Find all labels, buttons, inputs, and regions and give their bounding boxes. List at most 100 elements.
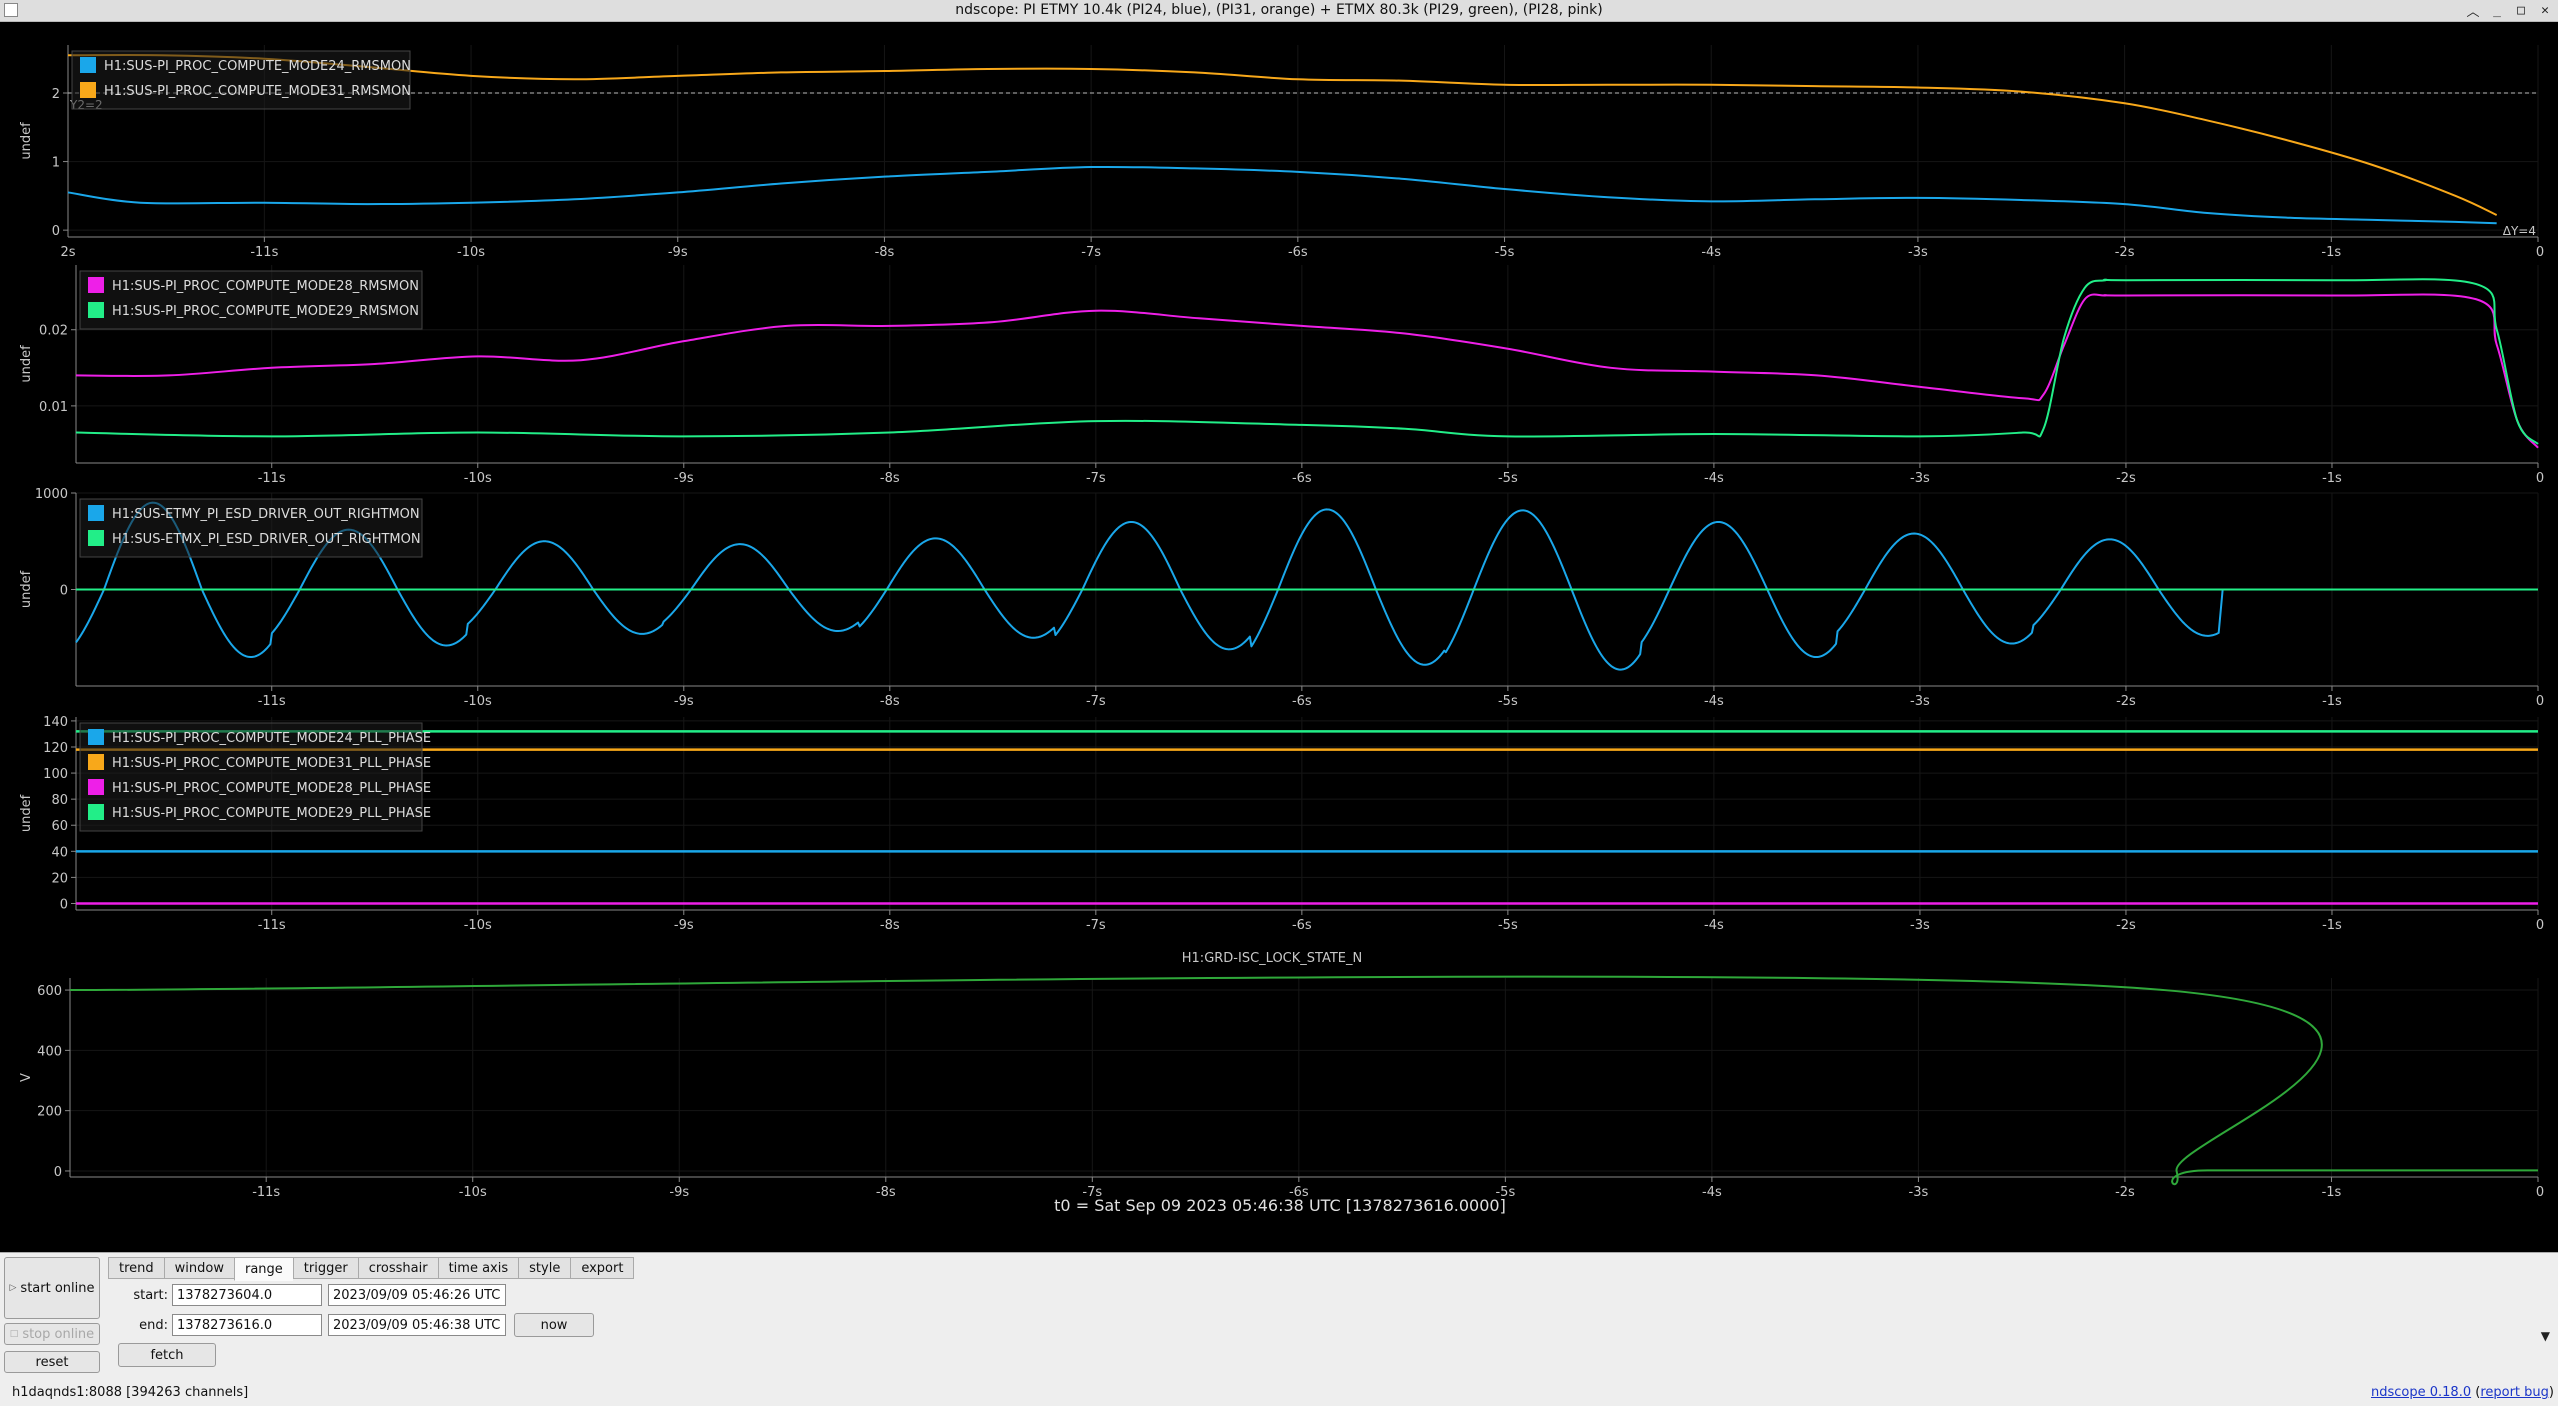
y-tick-label: 120 [43,741,68,756]
fetch-button[interactable]: fetch [118,1343,216,1367]
maximize-icon[interactable]: □ [2514,3,2528,18]
y-tick-label: 1000 [35,487,68,502]
legend-entry: H1:SUS-ETMY_PI_ESD_DRIVER_OUT_RIGHTMON [112,507,420,522]
x-tick-label: -10s [457,245,485,260]
x-tick-label: -2s [2115,245,2135,260]
legend[interactable]: H1:SUS-PI_PROC_COMPUTE_MODE24_RMSMON H1:S… [71,50,411,110]
tab-trigger[interactable]: trigger [292,1257,358,1279]
legend[interactable]: H1:SUS-ETMY_PI_ESD_DRIVER_OUT_RIGHTMON H1… [79,498,423,558]
chevron-up-icon[interactable]: ︿ [2466,1,2480,20]
plots-area[interactable]: 0 1 2 undef -11s -10s -9s -8s -7s -6s -5s -4s -3s -2s… [0,22,2558,1252]
stop-icon: □ [9,1329,19,1339]
close-icon[interactable]: ✕ [2538,3,2552,18]
reset-button[interactable]: reset [4,1351,100,1373]
tab-style[interactable]: style [518,1257,571,1279]
x-tick-label: -10s [459,1185,487,1200]
x-tick-label: -5s [1498,471,1518,486]
x-tick-label: -10s [464,918,492,933]
x-tick-label: -6s [1292,471,1312,486]
x-tick-label: -3s [1910,918,1930,933]
y-axis-label: V [19,1073,34,1082]
y-tick-label: 40 [51,845,68,860]
x-tick-label: -6s [1288,245,1308,260]
minimize-icon[interactable]: _ [2490,3,2504,18]
start-label: start: [133,1288,168,1303]
x-tick-label: 0 [2536,245,2544,260]
start-gps-input[interactable] [172,1284,322,1306]
x-tick-label: -11s [250,245,278,260]
x-tick-label: 2s [60,245,75,260]
x-tick-label: -11s [258,471,286,486]
legend-entry: H1:SUS-PI_PROC_COMPUTE_MODE31_PLL_PHASE [112,756,431,771]
tab-time-axis[interactable]: time axis [437,1257,519,1279]
y-tick-label: 140 [43,715,68,730]
tab-export[interactable]: export [570,1257,635,1279]
x-tick-label: -3s [1908,245,1928,260]
x-tick-label: -10s [464,694,492,709]
x-tick-label: -5s [1498,694,1518,709]
x-tick-label: -7s [1086,471,1106,486]
x-tick-label: -2s [2116,918,2136,933]
y-tick-label: 600 [37,984,62,999]
tab-range[interactable]: range [233,1257,293,1281]
y-tick-label: 60 [51,819,68,834]
y-tick-label: 80 [51,793,68,808]
tab-crosshair[interactable]: crosshair [357,1257,438,1279]
x-tick-label: -7s [1086,694,1106,709]
start-utc-input[interactable] [328,1284,506,1306]
x-tick-label: -2s [2116,694,2136,709]
legend-swatch [88,302,104,318]
range-panel: start: end: now fetch [108,1280,2488,1372]
server-status: h1daqnds1:8088 [394263 channels] [12,1385,249,1400]
now-button[interactable]: now [514,1313,594,1337]
tab-trend[interactable]: trend [108,1257,164,1279]
y-tick-label: 0 [52,224,60,239]
x-tick-label: -8s [880,694,900,709]
y-axis-label: undef [19,570,34,608]
x-tick-label: -6s [1292,918,1312,933]
x-tick-label: -1s [2322,471,2342,486]
x-tick-label: -8s [880,471,900,486]
x-tick-label: -11s [252,1185,280,1200]
y-tick-label: 2 [52,87,60,102]
stop-online-button[interactable]: □ stop online [4,1323,100,1345]
tab-window[interactable]: window [163,1257,234,1279]
legend-entry: H1:SUS-PI_PROC_COMPUTE_MODE24_PLL_PHASE [112,731,431,746]
legend[interactable]: H1:SUS-PI_PROC_COMPUTE_MODE28_RMSMON H1:S… [79,270,423,330]
end-utc-input[interactable] [328,1314,506,1336]
y-tick-label: 0.01 [39,400,68,415]
legend[interactable]: H1:SUS-PI_PROC_COMPUTE_MODE24_PLL_PHASE H… [79,722,431,832]
tab-bar: trend window range trigger crosshair tim… [108,1257,635,1281]
x-tick-label: -7s [1081,245,1101,260]
legend-entry: H1:SUS-PI_PROC_COMPUTE_MODE28_PLL_PHASE [112,781,431,796]
legend-entry: H1:SUS-PI_PROC_COMPUTE_MODE31_RMSMON [104,84,411,99]
end-gps-input[interactable] [172,1314,322,1336]
legend-swatch [80,82,96,98]
x-tick-label: -4s [1704,918,1724,933]
y-tick-label: 200 [37,1105,62,1120]
legend-swatch [88,530,104,546]
play-icon: ▷ [9,1283,17,1293]
legend-swatch [88,277,104,293]
x-tick-label: -2s [2115,1185,2135,1200]
start-online-button[interactable]: ▷ start online [4,1257,100,1319]
version-link[interactable]: ndscope 0.18.0 [2371,1385,2471,1400]
x-tick-label: -10s [464,471,492,486]
y-axis-label: undef [19,794,34,832]
x-tick-label: -5s [1498,918,1518,933]
x-tick-label: -11s [258,918,286,933]
x-tick-label: -8s [875,245,895,260]
report-bug-link[interactable]: report bug [2480,1385,2549,1400]
y-tick-label: 20 [51,871,68,886]
legend-swatch [88,729,104,745]
legend-swatch [80,57,96,73]
chevron-down-icon[interactable]: ▼ [2541,1329,2550,1343]
x-tick-label: -5s [1495,245,1515,260]
x-tick-label: -11s [258,694,286,709]
x-tick-label: -4s [1701,245,1721,260]
y-tick-label: 100 [43,767,68,782]
legend-swatch [88,754,104,770]
legend-entry: H1:SUS-PI_PROC_COMPUTE_MODE24_RMSMON [104,59,411,74]
x-tick-label: -9s [669,1185,689,1200]
x-tick-label: -1s [2321,245,2341,260]
